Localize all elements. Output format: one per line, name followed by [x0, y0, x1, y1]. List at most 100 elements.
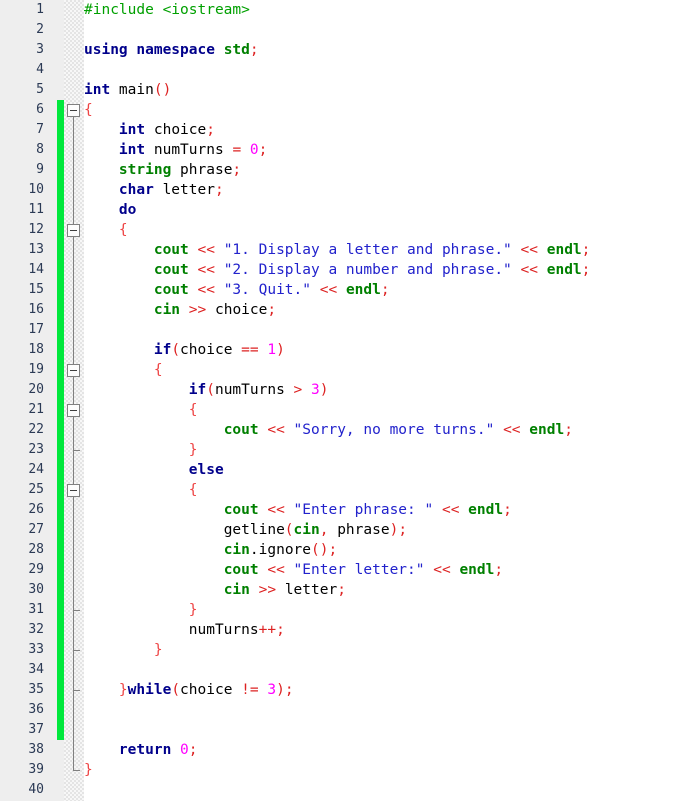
line-number-gutter: 1 2 3 4 5 6 7 8 9 10 11 12 13 14 15 16 17 18 19 20 21 22 23 24 2…	[0, 0, 57, 801]
code-line[interactable]: cout << "Sorry, no more turns." << endl;	[84, 420, 681, 440]
code-line[interactable]: else	[84, 460, 681, 480]
code-token: {	[84, 102, 93, 118]
code-line[interactable]: }while(choice != 3);	[84, 680, 681, 700]
code-line[interactable]: return 0;	[84, 740, 681, 760]
code-area[interactable]: #include <iostream> using namespace std;…	[84, 0, 681, 801]
code-line[interactable]: cout << "1. Display a letter and phrase.…	[84, 240, 681, 260]
code-token: int	[84, 82, 111, 98]
code-token: else	[188, 462, 224, 478]
code-line[interactable]: }	[84, 760, 681, 780]
code-line[interactable]: char letter;	[84, 180, 681, 200]
code-line[interactable]: {	[84, 360, 681, 380]
fold-collapse-box[interactable]	[67, 484, 80, 497]
code-line[interactable]: {	[84, 100, 681, 120]
code-token: endl	[546, 262, 582, 278]
code-line[interactable]	[84, 780, 681, 800]
code-token: cin	[153, 302, 181, 318]
code-token: <<	[520, 242, 538, 258]
line-number: 13	[28, 242, 44, 257]
fold-collapse-box[interactable]	[67, 404, 80, 417]
line-number: 22	[28, 422, 44, 437]
line-number: 6	[36, 102, 44, 117]
code-line[interactable]	[84, 320, 681, 340]
code-line[interactable]: int main()	[84, 80, 681, 100]
line-number: 20	[28, 382, 44, 397]
code-line[interactable]: string phrase;	[84, 160, 681, 180]
code-token: std	[223, 42, 250, 58]
change-bar-column	[57, 0, 64, 801]
code-editor: 1 2 3 4 5 6 7 8 9 10 11 12 13 14 15 16 17 18 19 20 21 22 23 24 2…	[0, 0, 681, 801]
code-token: endl	[546, 242, 582, 258]
code-line[interactable]: cout << "3. Quit." << endl;	[84, 280, 681, 300]
code-token: <<	[520, 262, 538, 278]
code-token: ;	[284, 682, 294, 698]
code-line[interactable]: cout << "Enter phrase: " << endl;	[84, 500, 681, 520]
code-line[interactable]: {	[84, 400, 681, 420]
code-line[interactable]	[84, 20, 681, 40]
line-number: 5	[36, 82, 44, 97]
line-number: 40	[28, 782, 44, 797]
code-line[interactable]: if(numTurns > 3)	[84, 380, 681, 400]
code-token: numTurns	[145, 142, 233, 158]
code-token: {	[188, 402, 198, 418]
code-token: (	[206, 382, 215, 398]
code-token: int	[118, 142, 146, 158]
code-line[interactable]: int choice;	[84, 120, 681, 140]
code-token: while	[127, 682, 172, 698]
code-line[interactable]: }	[84, 600, 681, 620]
code-token: ;	[267, 302, 277, 318]
code-line[interactable]	[84, 60, 681, 80]
code-line[interactable]: if(choice == 1)	[84, 340, 681, 360]
code-line[interactable]: getline(cin, phrase);	[84, 520, 681, 540]
line-number: 39	[28, 762, 44, 777]
fold-margin[interactable]	[64, 0, 84, 801]
code-token: ++	[258, 622, 277, 638]
code-line[interactable]: cout << "2. Display a number and phrase.…	[84, 260, 681, 280]
code-token: <<	[197, 262, 215, 278]
code-line[interactable]: int numTurns = 0;	[84, 140, 681, 160]
line-number: 23	[28, 442, 44, 457]
code-token: ;	[581, 242, 591, 258]
code-token: }	[118, 682, 128, 698]
code-line[interactable]: {	[84, 220, 681, 240]
code-line[interactable]: #include <iostream>	[84, 0, 681, 20]
code-line[interactable]: cout << "Enter letter:" << endl;	[84, 560, 681, 580]
code-token: ignore	[258, 542, 312, 558]
code-line[interactable]: numTurns++;	[84, 620, 681, 640]
code-line[interactable]: do	[84, 200, 681, 220]
code-token: string	[118, 162, 172, 178]
code-token: ;	[581, 262, 591, 278]
change-bar	[57, 100, 64, 740]
code-line[interactable]: cin >> letter;	[84, 580, 681, 600]
code-line[interactable]: }	[84, 440, 681, 460]
code-line[interactable]	[84, 660, 681, 680]
line-number: 29	[28, 562, 44, 577]
code-token: ;	[494, 562, 504, 578]
code-line[interactable]: cin.ignore();	[84, 540, 681, 560]
fold-collapse-box[interactable]	[67, 364, 80, 377]
code-line[interactable]: using namespace std;	[84, 40, 681, 60]
code-line[interactable]	[84, 720, 681, 740]
fold-collapse-box[interactable]	[67, 224, 80, 237]
fold-collapse-box[interactable]	[67, 104, 80, 117]
code-token: cin	[223, 582, 250, 598]
code-line[interactable]	[84, 700, 681, 720]
code-token: ;	[232, 162, 242, 178]
code-line[interactable]: cin >> choice;	[84, 300, 681, 320]
code-line[interactable]: {	[84, 480, 681, 500]
code-token: cout	[153, 262, 189, 278]
code-line[interactable]: }	[84, 640, 681, 660]
code-token: 0	[249, 142, 259, 158]
